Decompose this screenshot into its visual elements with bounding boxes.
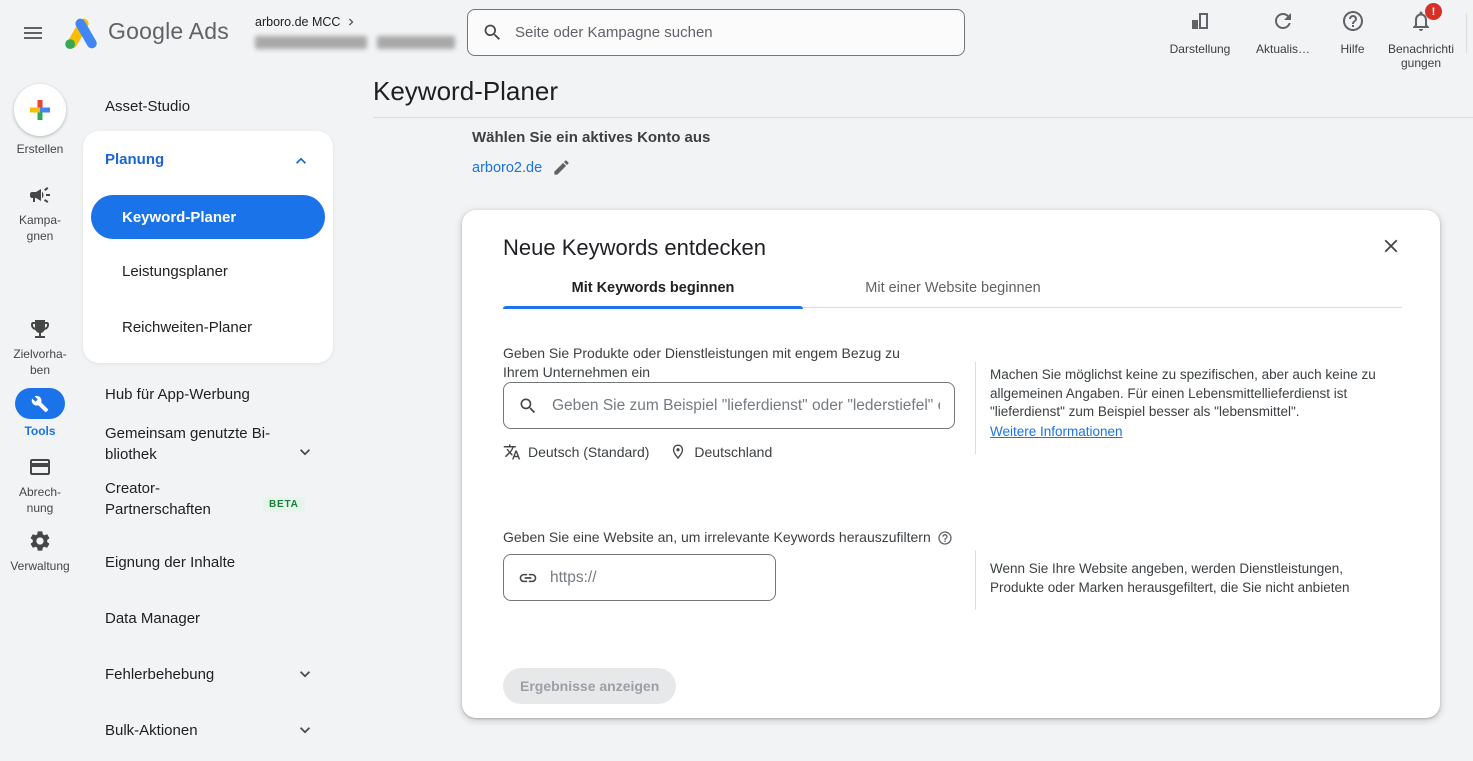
tools-icon [31, 395, 49, 412]
select-account-heading: Wählen Sie ein aktives Konto aus [472, 129, 711, 146]
rail-item-billing[interactable]: Abrech- nung [0, 454, 80, 516]
help-icon [1342, 11, 1363, 31]
account-switcher[interactable]: arboro.de MCC [255, 15, 479, 49]
appearance-button[interactable]: Darstellung [1158, 9, 1242, 56]
website-hint-text: Wenn Sie Ihre Website angeben, werden Di… [990, 561, 1350, 595]
search-icon [520, 398, 536, 413]
bar-chart-icon [1192, 13, 1208, 29]
location-pin-icon [673, 444, 684, 460]
subnav-item-leistungsplaner[interactable]: Leistungsplaner [122, 263, 228, 280]
chevron-down-icon[interactable] [295, 664, 315, 684]
account-name-redacted [255, 35, 367, 49]
tab-start-with-keywords[interactable]: Mit Keywords beginnen [503, 268, 803, 309]
create-button[interactable]: Erstellen [0, 84, 80, 157]
chevron-up-icon[interactable] [291, 151, 311, 171]
location-selector[interactable]: Deutschland [669, 443, 772, 461]
dialog-tabs: Mit Keywords beginnen Mit einer Website … [503, 268, 1402, 309]
plus-icon [30, 100, 50, 120]
subnav-item-app-hub[interactable]: Hub für App-Werbung [105, 384, 250, 405]
credit-card-icon [30, 459, 50, 475]
help-icon[interactable] [937, 530, 953, 546]
search-icon [484, 24, 500, 40]
header-divider [373, 117, 1473, 118]
page-title: Keyword-Planer [373, 76, 558, 106]
subnav-item-bulk-actions[interactable]: Bulk-Aktionen [105, 720, 198, 741]
keywords-hint-text: Machen Sie möglichst keine zu spezifisch… [990, 367, 1376, 419]
subnav-item-data-manager[interactable]: Data Manager [105, 608, 200, 629]
keywords-input[interactable] [503, 382, 955, 429]
top-bar: Google Ads arboro.de MCC Darstellung Akt… [0, 0, 1473, 70]
account-id-redacted [377, 35, 455, 49]
keywords-input-field[interactable] [552, 396, 940, 415]
rail-item-admin[interactable]: Verwaltung [0, 528, 80, 574]
refresh-button[interactable]: Aktualis… [1248, 9, 1318, 56]
chevron-down-icon[interactable] [295, 720, 315, 740]
website-input[interactable] [503, 554, 776, 601]
show-results-button[interactable]: Ergebnisse anzeigen [503, 668, 677, 704]
translate-icon [503, 444, 521, 460]
megaphone-icon [30, 187, 50, 203]
secondary-navigation: Asset-Studio Planung Keyword-Planer Leis… [80, 66, 360, 761]
trophy-icon [31, 320, 49, 338]
google-ads-logo-icon [64, 17, 100, 50]
notification-badge: ! [1425, 3, 1442, 20]
dialog-title: Neue Keywords entdecken [503, 235, 766, 260]
subnav-group-planung[interactable]: Planung [105, 151, 164, 168]
active-account-link[interactable]: arboro2.de [472, 160, 542, 176]
planung-group-card: Planung Keyword-Planer Leistungsplaner R… [83, 131, 333, 363]
rail-item-tools[interactable]: Tools [0, 388, 80, 439]
rail-item-campaigns[interactable]: Kampa- gnen [0, 182, 80, 244]
discover-keywords-dialog: Neue Keywords entdecken Mit Keywords beg… [462, 210, 1440, 718]
close-icon[interactable] [1380, 235, 1402, 257]
chevron-right-icon [349, 18, 354, 26]
hamburger-menu-icon[interactable] [20, 21, 46, 45]
topbar-divider [1466, 13, 1467, 53]
hint-divider [975, 362, 976, 454]
subnav-item-shared-library[interactable]: Gemeinsam genutzte Bi- bliothek [105, 423, 295, 465]
subnav-item-asset-studio[interactable]: Asset-Studio [105, 96, 190, 117]
account-path-label: arboro.de MCC [255, 15, 341, 29]
rail-item-goals[interactable]: Zielvorha- ben [0, 316, 80, 378]
notifications-button[interactable]: ! Benachrichti gungen [1378, 3, 1464, 70]
chevron-down-icon[interactable] [295, 442, 315, 462]
link-icon [519, 573, 537, 582]
subnav-item-content-suitability[interactable]: Eignung der Inhalte [105, 552, 235, 573]
gear-icon [30, 531, 50, 551]
global-search-input[interactable] [515, 24, 950, 41]
location-value: Deutschland [694, 444, 773, 460]
tab-start-with-website[interactable]: Mit einer Website beginnen [803, 268, 1103, 308]
website-field-label: Geben Sie eine Website an, um irrelevant… [503, 528, 953, 547]
brand-title: Google Ads [108, 18, 229, 44]
subnav-item-keyword-planer[interactable]: Keyword-Planer [91, 195, 325, 239]
refresh-icon [1275, 13, 1291, 29]
website-input-field[interactable] [550, 568, 761, 587]
navigation-rail: Erstellen Kampa- gnen Zielvorha- ben Too… [0, 66, 80, 761]
language-selector[interactable]: Deutsch (Standard) [503, 443, 649, 461]
hint-divider [975, 550, 976, 610]
edit-pencil-icon[interactable] [552, 158, 571, 177]
language-value: Deutsch (Standard) [528, 444, 650, 460]
help-button[interactable]: Hilfe [1325, 9, 1380, 56]
beta-badge: BETA [263, 497, 305, 512]
more-info-link[interactable]: Weitere Informationen [990, 424, 1123, 439]
global-search[interactable] [467, 9, 965, 56]
subnav-item-troubleshooting[interactable]: Fehlerbehebung [105, 664, 214, 685]
keywords-field-label: Geben Sie Produkte oder Dienstleistungen… [503, 345, 900, 380]
subnav-item-reichweiten-planer[interactable]: Reichweiten-Planer [122, 319, 252, 336]
